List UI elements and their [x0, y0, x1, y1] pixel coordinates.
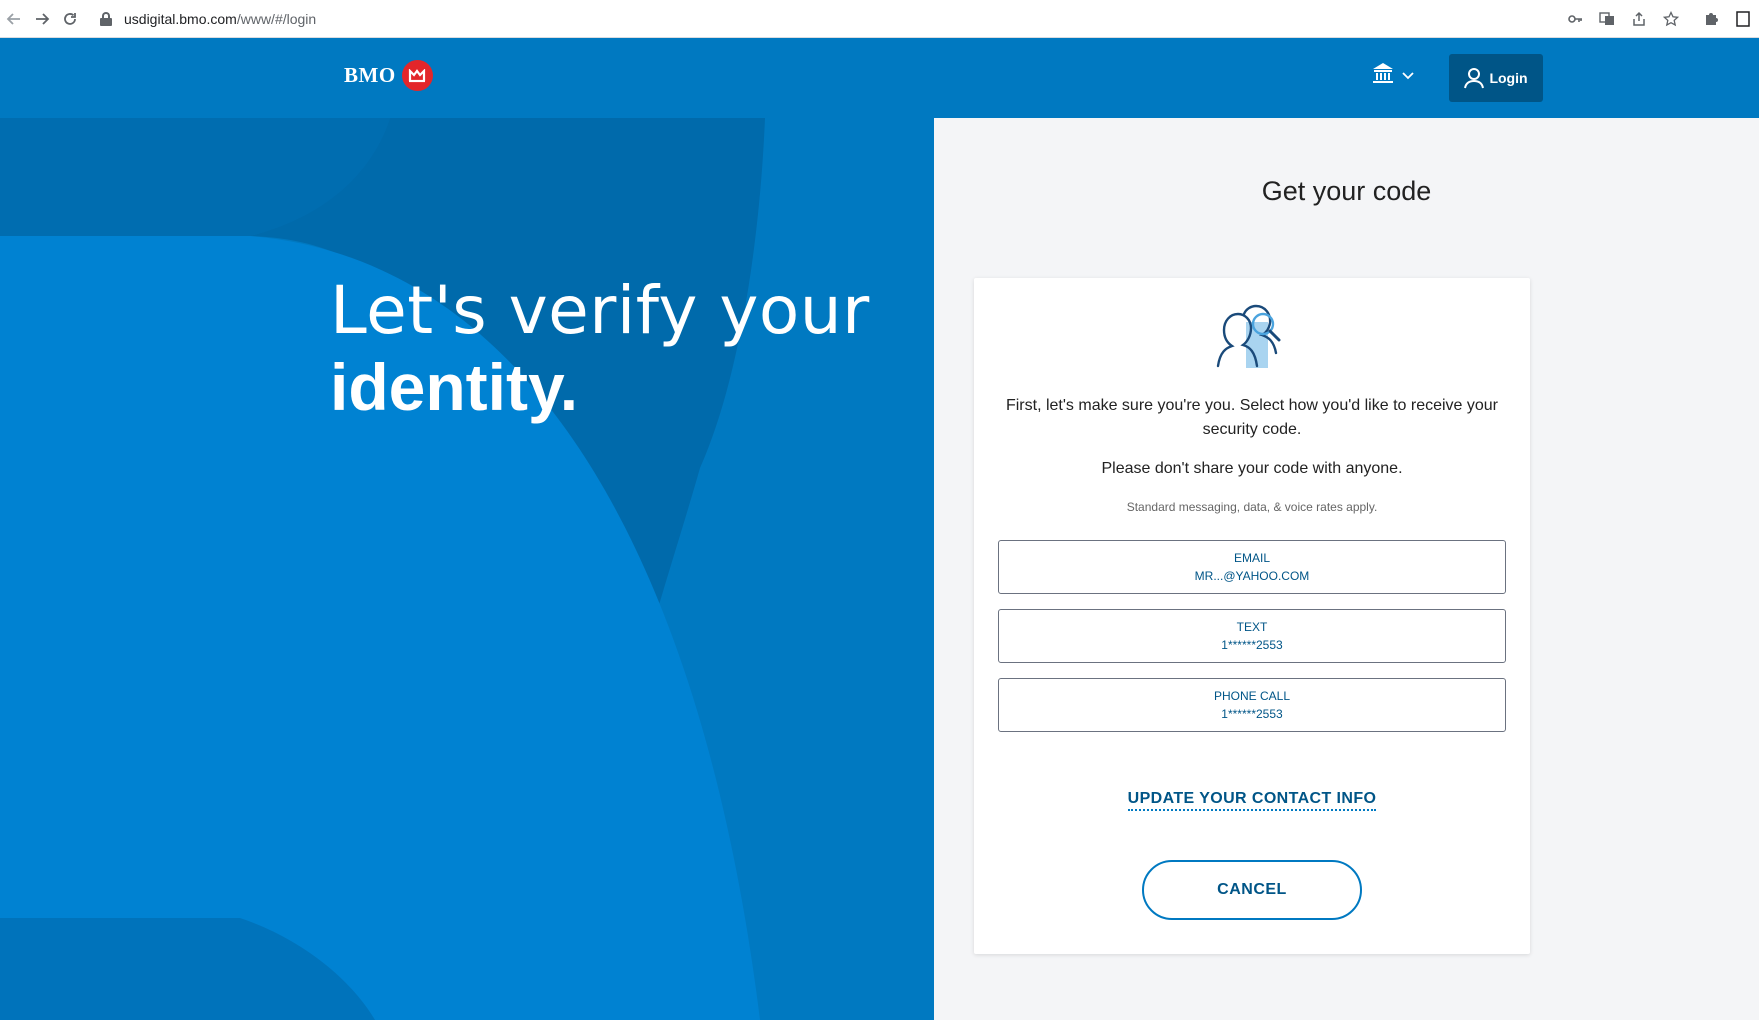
- bank-selector[interactable]: [1372, 62, 1414, 89]
- cancel-label: CANCEL: [1217, 881, 1287, 898]
- key-icon[interactable]: [1559, 3, 1591, 35]
- browser-toolbar: usdigital.bmo.com/www/#/login: [0, 0, 1759, 38]
- verification-card: First, let's make sure you're you. Selec…: [974, 278, 1530, 954]
- option-value: MR...@YAHOO.COM: [1194, 569, 1310, 583]
- intro-text: First, let's make sure you're you. Selec…: [1005, 397, 1499, 438]
- text-option-button[interactable]: TEXT 1******2553: [998, 609, 1506, 663]
- bank-icon: [1372, 62, 1394, 89]
- chevron-down-icon: [1402, 67, 1414, 85]
- url-path: /www/#/login: [236, 10, 317, 27]
- phone-call-option-button[interactable]: PHONE CALL 1******2553: [998, 678, 1506, 732]
- puzzle-icon[interactable]: [1695, 3, 1727, 35]
- option-label: EMAIL: [1233, 551, 1270, 565]
- user-icon: [1464, 68, 1485, 89]
- update-contact-info-link[interactable]: UPDATE YOUR CONTACT INFO: [1127, 790, 1377, 811]
- cancel-button[interactable]: CANCEL: [1142, 860, 1362, 920]
- reload-icon[interactable]: [56, 5, 84, 33]
- url-host: usdigital.bmo.com: [124, 10, 237, 27]
- translate-icon[interactable]: [1591, 3, 1623, 35]
- update-contact-info-link-wrapper: UPDATE YOUR CONTACT INFO: [974, 790, 1530, 811]
- logo-text: BMO: [344, 63, 396, 87]
- lock-icon: [100, 11, 112, 26]
- login-label: Login: [1489, 70, 1528, 86]
- address-bar[interactable]: usdigital.bmo.com/www/#/login: [90, 4, 316, 34]
- bmo-logo[interactable]: BMO: [344, 60, 433, 91]
- hero-panel: Let's verify your identity.: [0, 118, 934, 1020]
- hero-line2: identity.: [330, 350, 579, 424]
- hero-background-shapes: [0, 118, 934, 1020]
- hero-line1: Let's verify your: [330, 272, 870, 349]
- login-button[interactable]: Login: [1449, 54, 1543, 102]
- option-value: 1******2553: [1221, 638, 1283, 652]
- identity-search-icon: [1214, 302, 1290, 377]
- back-icon[interactable]: [0, 5, 28, 33]
- hero-headline: Let's verify your identity.: [330, 272, 870, 424]
- option-value: 1******2553: [1221, 707, 1283, 721]
- site-header: BMO Login: [0, 38, 1759, 118]
- share-icon[interactable]: [1623, 3, 1655, 35]
- page-title: Get your code: [1261, 176, 1432, 206]
- rates-disclaimer: Standard messaging, data, & voice rates …: [1126, 500, 1378, 514]
- option-label: TEXT: [1236, 620, 1268, 634]
- star-icon[interactable]: [1655, 3, 1687, 35]
- window-icon[interactable]: [1727, 3, 1759, 35]
- option-label: PHONE CALL: [1213, 689, 1291, 703]
- bmo-roundel-icon: [401, 60, 433, 91]
- email-option-button[interactable]: EMAIL MR...@YAHOO.COM: [998, 540, 1506, 594]
- share-warning: Please don't share your code with anyone…: [1101, 460, 1403, 477]
- verification-panel: Get your code First, let's make sure you…: [934, 118, 1759, 1020]
- forward-icon[interactable]: [28, 5, 56, 33]
